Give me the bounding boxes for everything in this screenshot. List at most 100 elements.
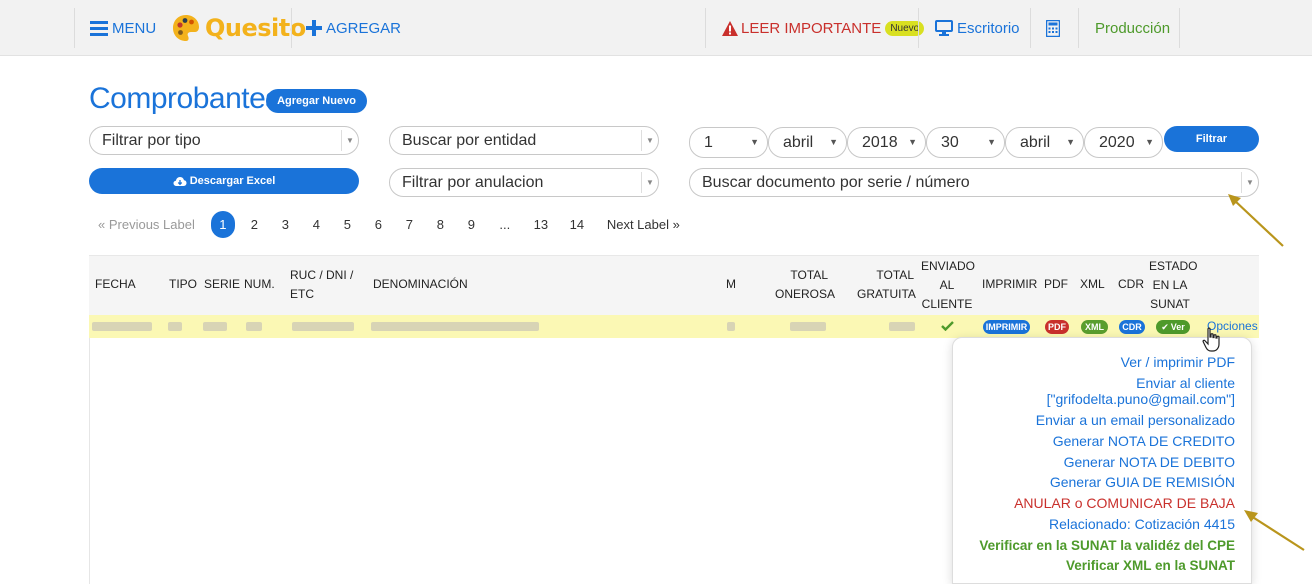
from-month-value: abril [783,133,814,151]
menu-button[interactable]: MENU [90,0,156,56]
xml-badge-button[interactable]: XML [1081,320,1108,334]
menu-item-verify-xml[interactable]: Verificar XML en la SUNAT [1066,557,1235,574]
menu-item-annul[interactable]: ANULAR o COMUNICAR DE BAJA [1014,495,1235,512]
menu-item-remission-guide[interactable]: Generar GUIA DE REMISIÓN [1050,474,1235,491]
caret-down-icon: ▼ [829,137,838,147]
caret-down-icon: ▼ [908,137,917,147]
menu-item-verify-cpe[interactable]: Verificar en la SUNAT la validéz del CPE [979,537,1235,554]
redacted-ruc [292,322,354,331]
header-ruc-line2: ETC [290,287,314,301]
environment-indicator[interactable]: Producción [1095,0,1170,56]
redacted-serie [203,322,227,331]
navbar-divider [74,8,75,48]
cdr-badge-button[interactable]: CDR [1119,320,1145,334]
menu-item-debit-note[interactable]: Generar NOTA DE DEBITO [1064,454,1235,471]
type-filter-select[interactable]: Filtrar por tipo ▼ [89,126,359,155]
desktop-link[interactable]: Escritorio [935,0,1020,56]
to-day-value: 30 [941,133,959,151]
redacted-denominacion [371,322,539,331]
annulment-filter-select[interactable]: Filtrar por anulacion ▼ [389,168,659,197]
page-link[interactable]: 9 [456,217,487,232]
to-day-select[interactable]: 30 ▼ [926,127,1005,158]
page-ellipsis: ... [499,216,511,232]
from-day-select[interactable]: 1 ▼ [689,127,768,158]
entity-search-select[interactable]: Buscar por entidad ▼ [389,126,659,155]
document-search-select[interactable]: Buscar documento por serie / número ▼ [689,168,1259,197]
warning-icon [722,20,738,36]
monitor-icon [935,20,953,36]
page-link[interactable]: 2 [239,217,270,232]
header-estado-line3: SUNAT [1150,297,1190,311]
print-badge-button[interactable]: IMPRIMIR [983,320,1030,334]
header-onerosa-line2: ONEROSA [775,287,836,301]
redacted-tipo [168,322,182,331]
caret-down-icon: ▼ [750,137,759,147]
filter-button[interactable]: Filtrar [1164,126,1259,152]
page-link-active[interactable]: 1 [210,210,235,238]
brand-logo[interactable]: Quesito [170,0,306,56]
to-month-select[interactable]: abril ▼ [1005,127,1084,158]
header-enviado-line3: CLIENTE [921,297,973,311]
header-ruc-line1: RUC / DNI / [290,268,354,282]
header-total-gratuita: TOTAL GRATUITA [857,266,916,304]
download-excel-button[interactable]: Descargar Excel [89,168,359,194]
header-xml: XML [1080,277,1105,291]
navbar-divider [1179,8,1180,48]
page-link[interactable]: 7 [394,217,425,232]
annotation-arrow-icon [1228,194,1284,247]
sunat-status-badge[interactable]: ✔ Ver [1156,320,1190,334]
from-month-select[interactable]: abril ▼ [768,127,847,158]
entity-search-value: Buscar por entidad [402,131,537,149]
desktop-label: Escritorio [957,19,1020,37]
page-link[interactable]: 3 [270,217,301,232]
menu-item-view-pdf[interactable]: Ver / imprimir PDF [1121,354,1235,371]
header-denominacion: DENOMINACIÓN [373,277,468,291]
redacted-total-gratuita [889,322,915,331]
annulment-filter-value: Filtrar por anulacion [402,173,544,191]
to-month-value: abril [1020,133,1051,151]
menu-item-related-quote[interactable]: Relacionado: Cotización 4415 [1049,516,1235,533]
menu-item-client-email[interactable]: ["grifodelta.puno@gmail.com"] [1047,391,1235,408]
header-num: NUM. [244,277,275,291]
header-enviado-line2: AL [939,278,955,292]
options-dropdown-menu: Ver / imprimir PDF Enviar al cliente ["g… [952,337,1252,584]
environment-label: Producción [1095,19,1171,37]
from-year-select[interactable]: 2018 ▼ [847,127,926,158]
header-gratuita-line2: GRATUITA [857,287,916,301]
menu-label: MENU [112,19,157,37]
add-button[interactable]: AGREGAR [306,0,401,56]
header-total-onerosa: TOTAL ONEROSA [775,266,836,304]
menu-item-send-custom-email[interactable]: Enviar a un email personalizado [1036,412,1235,429]
page-link[interactable]: 5 [332,217,363,232]
pdf-badge-button[interactable]: PDF [1045,320,1069,334]
calculator-button[interactable] [1046,0,1060,56]
page-link[interactable]: 6 [363,217,394,232]
download-excel-label: Descargar Excel [189,175,276,187]
page-link[interactable]: 8 [425,217,456,232]
header-estado-sunat: ESTADO EN LA SUNAT [1149,257,1198,314]
add-label: AGREGAR [326,19,402,37]
page-link[interactable]: 13 [523,217,559,232]
previous-page-link[interactable]: « Previous Label [98,217,195,232]
menu-item-credit-note[interactable]: Generar NOTA DE CREDITO [1053,433,1235,450]
caret-down-icon: ▼ [1145,137,1154,147]
type-filter-value: Filtrar por tipo [102,131,201,149]
header-estado-line1: ESTADO [1149,259,1198,273]
to-year-select[interactable]: 2020 ▼ [1084,127,1163,158]
hand-cursor-icon [1202,327,1220,352]
from-year-value: 2018 [862,133,898,151]
header-enviado-line1: ENVIADO [921,259,976,273]
navbar-divider [705,8,706,48]
header-serie: SERIE [204,277,241,291]
read-important-link[interactable]: LEER IMPORTANTE Nuevo [722,0,925,56]
page-link[interactable]: 4 [301,217,332,232]
pagination: « Previous Label 1 2 3 4 5 6 7 8 9 ... 1… [90,210,680,238]
menu-item-send-client[interactable]: Enviar al cliente [1136,375,1235,392]
add-new-button[interactable]: Agregar Nuevo [266,89,367,113]
page-title: Comprobantes [89,82,280,115]
next-page-link[interactable]: Next Label » [607,217,680,232]
page-link[interactable]: 14 [559,217,595,232]
chevron-down-icon: ▼ [641,172,658,193]
top-navbar: MENU Quesito AGREGAR LEER IMPORTANTE Nue… [0,0,1312,56]
check-icon [941,321,954,331]
